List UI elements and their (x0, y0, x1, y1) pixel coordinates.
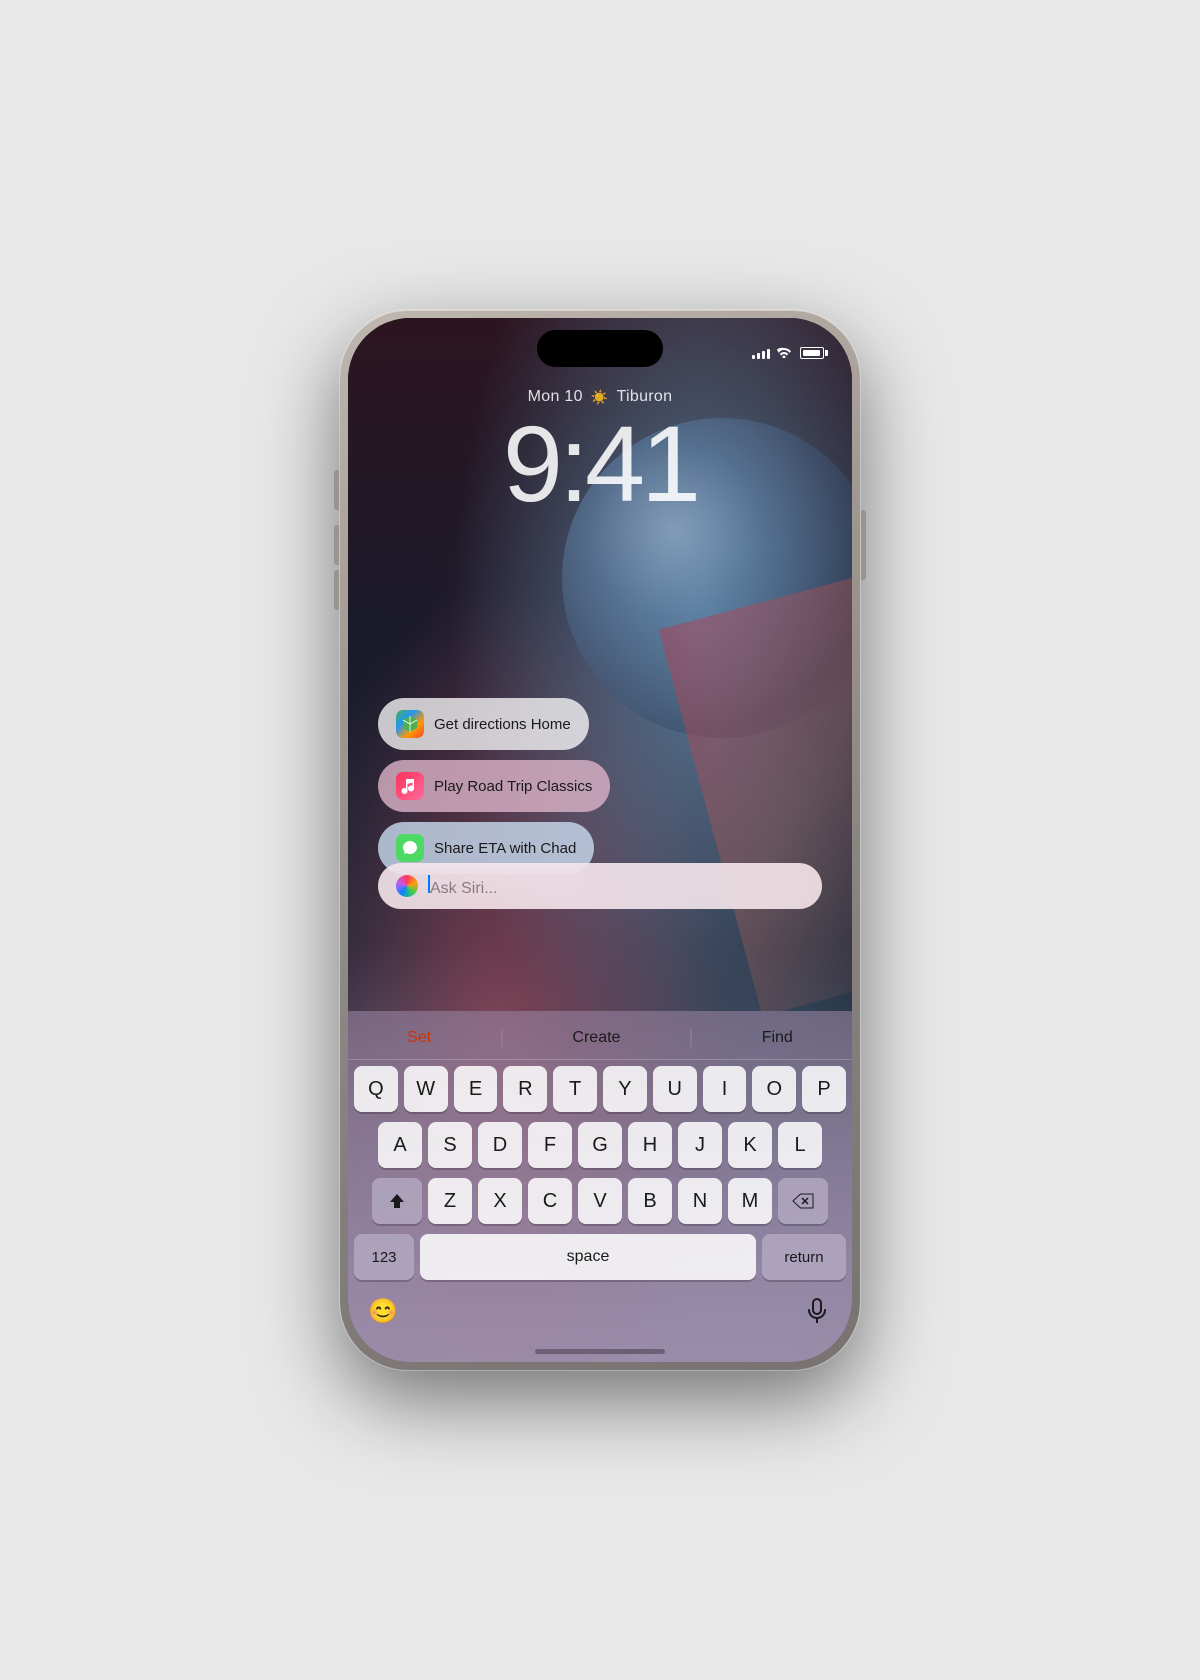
key-e[interactable]: E (454, 1066, 498, 1112)
key-x[interactable]: X (478, 1178, 522, 1224)
key-g[interactable]: G (578, 1122, 622, 1168)
phone-screen: Mon 10 ☀️ Tiburon 9:41 Get directions Ho… (348, 318, 852, 1362)
key-s[interactable]: S (428, 1122, 472, 1168)
key-j[interactable]: J (678, 1122, 722, 1168)
keyboard-row-2: A S D F G H J K L (354, 1122, 846, 1168)
microphone-key[interactable] (796, 1290, 838, 1332)
key-l[interactable]: L (778, 1122, 822, 1168)
siri-suggestions: Get directions Home Play Road Trip Class… (378, 698, 822, 874)
messages-text: Share ETA with Chad (434, 840, 576, 857)
key-f[interactable]: F (528, 1122, 572, 1168)
keyboard-row-3: Z X C V B N M (354, 1178, 846, 1224)
music-app-icon (396, 772, 424, 800)
key-c[interactable]: C (528, 1178, 572, 1224)
dynamic-island (537, 330, 663, 367)
messages-app-icon (396, 834, 424, 862)
status-icons (752, 345, 824, 361)
suggestion-find[interactable]: Find (752, 1027, 803, 1049)
suggestion-create[interactable]: Create (562, 1027, 630, 1049)
siri-orb-icon (396, 875, 418, 897)
key-o[interactable]: O (752, 1066, 796, 1112)
key-u[interactable]: U (653, 1066, 697, 1112)
maps-app-icon (396, 710, 424, 738)
key-w[interactable]: W (404, 1066, 448, 1112)
key-n[interactable]: N (678, 1178, 722, 1224)
keyboard-bottom-bar: 😊 (348, 1290, 852, 1332)
key-h[interactable]: H (628, 1122, 672, 1168)
phone-frame: Mon 10 ☀️ Tiburon 9:41 Get directions Ho… (340, 310, 860, 1370)
siri-bar[interactable]: Ask Siri... (378, 863, 822, 909)
emoji-key[interactable]: 😊 (362, 1290, 404, 1332)
siri-input-field[interactable]: Ask Siri... (378, 863, 822, 909)
return-key[interactable]: return (762, 1234, 846, 1280)
battery-icon (800, 347, 824, 359)
key-z[interactable]: Z (428, 1178, 472, 1224)
numbers-key[interactable]: 123 (354, 1234, 414, 1280)
key-k[interactable]: K (728, 1122, 772, 1168)
directions-text: Get directions Home (434, 716, 571, 733)
suggestion-set[interactable]: Set (397, 1027, 441, 1049)
keyboard-row-4: 123 space return (354, 1234, 846, 1280)
lock-screen-content: Mon 10 ☀️ Tiburon 9:41 (348, 388, 852, 538)
siri-placeholder: Ask Siri... (428, 875, 498, 898)
signal-icon (752, 347, 770, 359)
key-v[interactable]: V (578, 1178, 622, 1224)
keyboard: Set | Create | Find Q W E R T Y U I O (348, 1011, 852, 1362)
delete-key[interactable] (778, 1178, 828, 1224)
keyboard-row-1: Q W E R T Y U I O P (354, 1066, 846, 1112)
key-b[interactable]: B (628, 1178, 672, 1224)
music-text: Play Road Trip Classics (434, 778, 592, 795)
clock-display: 9:41 (503, 410, 697, 518)
wifi-icon (776, 345, 792, 361)
key-t[interactable]: T (553, 1066, 597, 1112)
space-key[interactable]: space (420, 1234, 756, 1280)
key-q[interactable]: Q (354, 1066, 398, 1112)
word-suggestions-bar: Set | Create | Find (348, 1019, 852, 1060)
key-i[interactable]: I (703, 1066, 747, 1112)
key-d[interactable]: D (478, 1122, 522, 1168)
suggestion-music[interactable]: Play Road Trip Classics (378, 760, 610, 812)
shift-key[interactable] (372, 1178, 422, 1224)
home-indicator (535, 1349, 665, 1354)
suggestion-directions[interactable]: Get directions Home (378, 698, 589, 750)
keyboard-rows: Q W E R T Y U I O P A S D F G (348, 1060, 852, 1280)
key-r[interactable]: R (503, 1066, 547, 1112)
key-p[interactable]: P (802, 1066, 846, 1112)
key-m[interactable]: M (728, 1178, 772, 1224)
key-y[interactable]: Y (603, 1066, 647, 1112)
key-a[interactable]: A (378, 1122, 422, 1168)
